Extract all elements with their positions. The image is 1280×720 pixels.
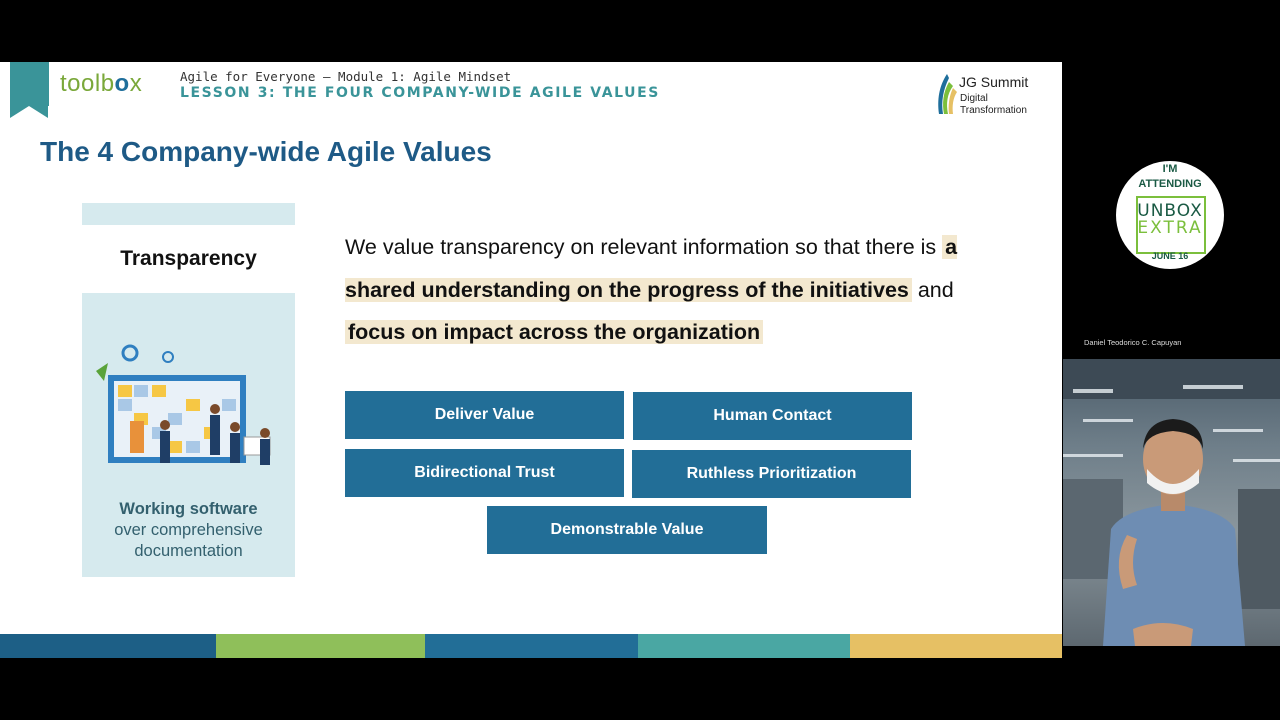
ruthless-prioritization-box: Ruthless Prioritization	[632, 450, 911, 498]
card-caption: documentation	[134, 542, 243, 560]
video-frame-icon	[1063, 359, 1280, 646]
participant-video[interactable]	[1063, 359, 1280, 646]
bookmark-ribbon-icon	[10, 62, 49, 118]
card-heading: Transparency	[120, 247, 257, 270]
badge-text: ATTENDING	[1138, 178, 1202, 190]
card-strip	[82, 203, 295, 225]
course-title: Agile for Everyone – Module 1: Agile Min…	[180, 69, 512, 84]
participant-name: Daniel Teodorico C. Capuyan	[1084, 338, 1182, 347]
swoosh-icon	[938, 74, 957, 114]
card-caption: Working software	[119, 500, 258, 518]
color-bar-segment	[850, 634, 1062, 658]
human-contact-box: Human Contact	[633, 392, 912, 440]
lesson-title: LESSON 3: THE FOUR COMPANY-WIDE AGILE VA…	[180, 85, 660, 101]
presentation-slide: toolbox Agile for Everyone – Module 1: A…	[0, 62, 1062, 658]
highlight: focus on impact across the organization	[345, 320, 764, 344]
toolbox-logo: toolbox	[60, 70, 143, 97]
brand-subtitle: Digital	[960, 93, 988, 104]
demonstrable-value-box: Demonstrable Value	[487, 506, 767, 554]
team-board-illustration-icon	[96, 344, 271, 465]
brand-name: JG Summit	[959, 74, 1029, 90]
badge-text: I'M	[1162, 163, 1178, 175]
bidirectional-trust-box: Bidirectional Trust	[345, 449, 624, 497]
card-body: Working software over comprehensive docu…	[82, 293, 295, 577]
value-statement: We value transparency on relevant inform…	[345, 235, 958, 344]
slide-title: The 4 Company-wide Agile Values	[40, 136, 492, 167]
color-bar	[0, 634, 1062, 658]
color-bar-segment	[0, 634, 216, 658]
card-caption: over comprehensive	[114, 521, 263, 539]
badge-date: JUNE 16	[1151, 251, 1189, 261]
unbox-extra-badge: I'M ATTENDING UNBOX EXTRA JUNE 16	[1116, 161, 1224, 269]
badge-text: EXTRA	[1137, 218, 1203, 238]
brand-subtitle: Transformation	[960, 105, 1027, 116]
deliver-value-box: Deliver Value	[345, 391, 624, 439]
jg-summit-logo: JG Summit Digital Transformation	[935, 72, 1045, 117]
color-bar-segment	[425, 634, 638, 658]
color-bar-segment	[216, 634, 425, 658]
color-bar-segment	[638, 634, 850, 658]
